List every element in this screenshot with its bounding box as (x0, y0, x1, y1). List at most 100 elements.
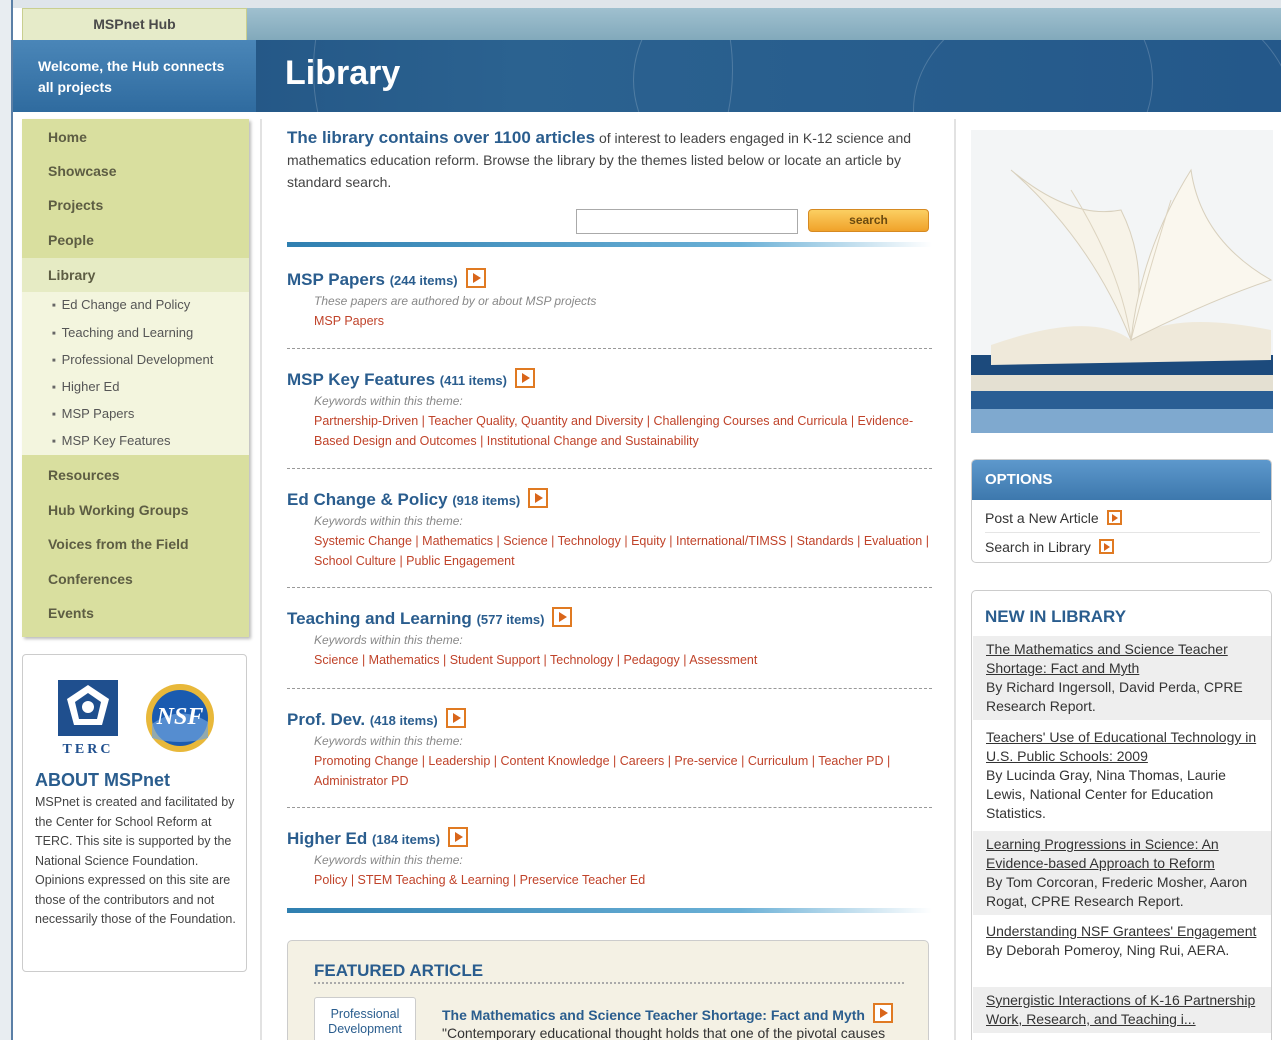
section-msp-papers: MSP Papers (244 items) These papers are … (287, 268, 932, 332)
search-button[interactable]: search (808, 209, 929, 232)
new-in-library: NEW IN LIBRARY The Mathematics and Scien… (971, 590, 1272, 1040)
nav-events[interactable]: Events (48, 605, 94, 621)
article-byline: By Tom Corcoran, Frederic Mosher, Aaron … (986, 874, 1248, 909)
featured-title: FEATURED ARTICLE (314, 961, 484, 980)
nav-working-groups[interactable]: Hub Working Groups (48, 502, 189, 518)
list-item: Teachers' Use of Educational Technology … (973, 724, 1271, 827)
section-teaching: Teaching and Learning (577 items) Keywor… (287, 607, 932, 671)
featured-headline[interactable]: The Mathematics and Science Teacher Shor… (442, 1007, 865, 1023)
section-title[interactable]: Ed Change & Policy (287, 490, 448, 509)
play-arrow-icon[interactable] (465, 268, 486, 288)
play-arrow-icon[interactable] (447, 827, 468, 847)
nav-showcase[interactable]: Showcase (48, 163, 116, 179)
sub-key-features[interactable]: MSP Key Features (52, 433, 171, 448)
terc-label: TERC (62, 742, 114, 757)
intro-lead: The library contains over 1100 articles (287, 128, 596, 147)
section-count: (918 items) (452, 493, 521, 508)
sub-ed-change[interactable]: Ed Change and Policy (52, 297, 191, 312)
section-count: (184 items) (372, 832, 440, 847)
new-library-title: NEW IN LIBRARY (985, 607, 1127, 626)
about-text: MSPnet is created and facilitated by the… (35, 795, 236, 926)
dotted-divider (314, 982, 904, 984)
search-library-link[interactable]: Search in Library (985, 539, 1114, 555)
nsf-label: NSF (156, 704, 204, 730)
article-link[interactable]: Synergistic Interactions of K-16 Partner… (986, 992, 1255, 1027)
terc-logo[interactable]: TERC (57, 679, 119, 757)
section-title[interactable]: MSP Papers (287, 270, 385, 289)
section-links[interactable]: Policy | STEM Teaching & Learning | Pres… (314, 871, 932, 891)
play-arrow-icon (1098, 539, 1114, 554)
play-arrow-icon (1106, 510, 1122, 525)
about-title: ABOUT MSPnet (35, 770, 170, 790)
search-input[interactable] (576, 209, 798, 234)
featured-excerpt: "Contemporary educational thought holds … (442, 1025, 886, 1040)
play-arrow-icon[interactable] (514, 368, 535, 388)
section-links[interactable]: Systemic Change | Mathematics | Science … (314, 532, 932, 571)
play-arrow-icon[interactable] (872, 1003, 893, 1023)
section-links[interactable]: Partnership-Driven | Teacher Quality, Qu… (314, 412, 932, 451)
featured-article: FEATURED ARTICLE Professional Developmen… (287, 940, 929, 1040)
section-prof-dev: Prof. Dev. (418 items) Keywords within t… (287, 708, 932, 791)
left-nav: Home Showcase Projects People Library Ed… (22, 119, 249, 637)
section-desc: Keywords within this theme: (314, 853, 463, 867)
divider-line (287, 242, 932, 247)
dashed-divider (287, 468, 932, 469)
section-desc: These papers are authored by or about MS… (314, 294, 597, 308)
dashed-divider (287, 587, 932, 588)
search-library-label: Search in Library (985, 539, 1091, 555)
section-count: (411 items) (439, 373, 507, 388)
nsf-logo[interactable]: NSF (144, 682, 216, 754)
sub-prof-dev[interactable]: Professional Development (52, 352, 214, 367)
section-title[interactable]: Teaching and Learning (287, 609, 472, 628)
list-item: Learning Progressions in Science: An Evi… (973, 831, 1271, 915)
nav-projects[interactable]: Projects (48, 197, 103, 213)
article-link[interactable]: The Mathematics and Science Teacher Shor… (986, 641, 1228, 676)
about-box: TERC NSF ABOUT MSPnet MSPnet is created … (22, 654, 247, 972)
article-link[interactable]: Understanding NSF Grantees' Engagement (986, 923, 1256, 939)
nav-library[interactable]: Library (48, 267, 95, 283)
sub-teaching[interactable]: Teaching and Learning (52, 325, 194, 340)
featured-tag[interactable]: Professional Development (314, 997, 416, 1040)
section-count: (244 items) (389, 273, 458, 288)
open-book-image (971, 130, 1273, 433)
section-title[interactable]: Prof. Dev. (287, 710, 365, 729)
section-links[interactable]: Promoting Change | Leadership | Content … (314, 752, 932, 791)
nav-conferences[interactable]: Conferences (48, 571, 133, 587)
play-arrow-icon[interactable] (445, 708, 466, 728)
library-intro: The library contains over 1100 articles … (287, 127, 927, 193)
options-title: OPTIONS (972, 460, 1271, 500)
section-count: (418 items) (369, 713, 438, 728)
section-count: (577 items) (476, 612, 545, 627)
nav-people[interactable]: People (48, 232, 94, 248)
article-link[interactable]: Learning Progressions in Science: An Evi… (986, 836, 1219, 871)
nav-resources[interactable]: Resources (48, 467, 120, 483)
section-title[interactable]: MSP Key Features (287, 370, 435, 389)
sub-msp-papers[interactable]: MSP Papers (52, 406, 135, 421)
article-link[interactable]: Teachers' Use of Educational Technology … (986, 729, 1256, 764)
play-arrow-icon[interactable] (528, 488, 549, 508)
nav-voices[interactable]: Voices from the Field (48, 536, 189, 552)
article-byline: By Deborah Pomeroy, Ning Rui, AERA. (986, 942, 1230, 958)
list-item: Synergistic Interactions of K-16 Partner… (973, 987, 1271, 1033)
page: MSPnet Hub Welcome, the Hub connects all… (0, 0, 1281, 1040)
post-article-link[interactable]: Post a New Article (985, 510, 1122, 526)
sub-higher-ed[interactable]: Higher Ed (52, 379, 120, 394)
column-divider (260, 119, 262, 1040)
tab-strip (247, 8, 1281, 40)
post-article-label: Post a New Article (985, 510, 1099, 526)
section-links[interactable]: MSP Papers (314, 312, 932, 332)
dashed-divider (287, 348, 932, 349)
top-band (0, 0, 1281, 8)
divider-line (287, 908, 932, 913)
section-desc: Keywords within this theme: (314, 734, 463, 748)
nav-home[interactable]: Home (48, 129, 87, 145)
page-title: Library (285, 54, 401, 92)
dashed-divider (287, 807, 932, 808)
featured-headline-row: The Mathematics and Science Teacher Shor… (442, 1003, 893, 1023)
play-arrow-icon[interactable] (552, 607, 573, 627)
article-byline: By Lucinda Gray, Nina Thomas, Laurie Lew… (986, 767, 1226, 821)
banner: Welcome, the Hub connects all projects L… (13, 40, 1281, 112)
section-links[interactable]: Science | Mathematics | Student Support … (314, 651, 932, 671)
section-title[interactable]: Higher Ed (287, 829, 367, 848)
hub-tab[interactable]: MSPnet Hub (22, 8, 247, 40)
